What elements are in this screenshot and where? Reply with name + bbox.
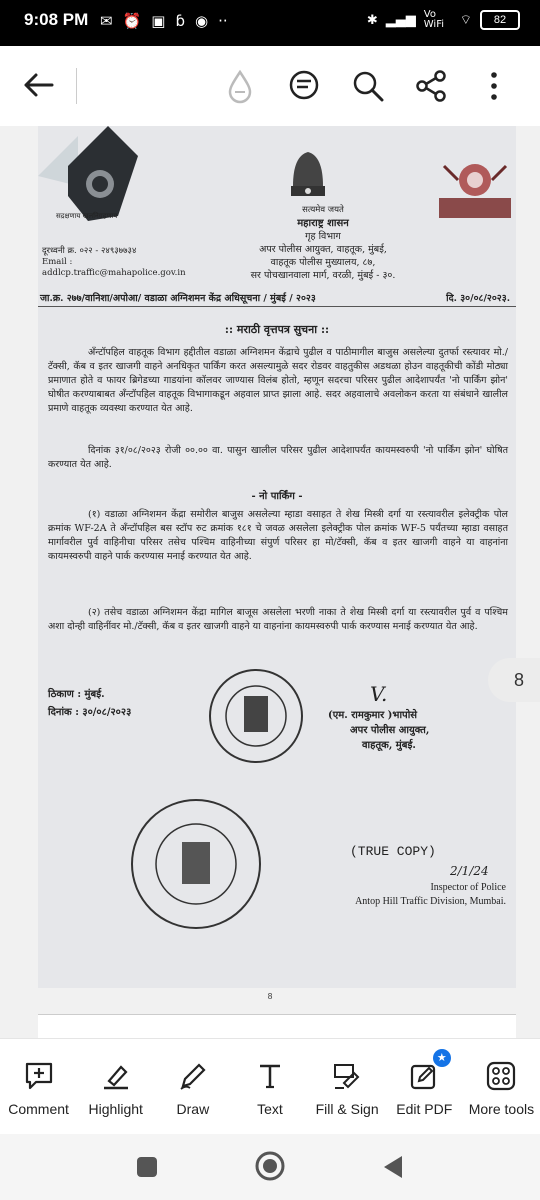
handwritten-date: 2/1/24 xyxy=(450,864,489,878)
page-number-label: 8 xyxy=(267,992,273,1001)
contact-email-label: Email : xyxy=(42,257,73,267)
contact-phone: दूरध्वनी क्र. ०२२ - २४९३७७३४ xyxy=(42,246,137,256)
header-line: वाहतूक पोलीस मुख्यालय, ८७, xyxy=(270,257,376,268)
battery-indicator: 82 xyxy=(480,10,520,30)
more-tools-icon xyxy=(487,1061,516,1091)
page-indicator-badge[interactable]: 8 xyxy=(488,658,540,702)
tool-label: Fill & Sign xyxy=(315,1101,379,1117)
signature: V. xyxy=(370,682,388,706)
header-line: गृह विभाग xyxy=(305,231,341,242)
tool-comment[interactable]: Comment xyxy=(0,1039,77,1134)
share-icon[interactable] xyxy=(413,68,449,104)
header-line: सर पोचखानवाला मार्ग, वरळी, मुंबई - ३०. xyxy=(250,270,396,281)
signatory-title: अपर पोलीस आयुक्त, xyxy=(350,725,430,736)
recents-icon[interactable] xyxy=(134,1154,160,1180)
tool-label: More tools xyxy=(468,1101,535,1117)
inspector-stamp xyxy=(131,799,261,929)
tool-label: Edit PDF xyxy=(396,1101,453,1117)
tool-label: Comment xyxy=(8,1101,69,1117)
comment-list-icon[interactable] xyxy=(286,68,322,104)
traffic-police-emblem-icon xyxy=(439,164,511,218)
wifi-icon: ⌔ xyxy=(459,13,472,28)
opera-icon: ◉ xyxy=(194,12,209,30)
notification-icon: ✉ xyxy=(100,12,113,30)
place-text: ठिकाण : मुंबई. xyxy=(48,689,105,700)
signatory-dept: वाहतूक, मुंबई. xyxy=(362,740,416,751)
top-toolbar xyxy=(0,46,540,126)
vi-icon: ▣ xyxy=(151,12,166,30)
tool-edit-pdf[interactable]: ★ Edit PDF xyxy=(386,1039,463,1134)
edit-pdf-icon xyxy=(411,1064,436,1090)
highlight-icon xyxy=(103,1065,128,1090)
next-pdf-page[interactable] xyxy=(38,1014,516,1038)
bottom-tool-bar: Comment Highlight Draw Text Fill & Sign xyxy=(0,1038,540,1134)
document-header: सत्यमेव जयते महाराष्ट्र शासन गृह विभाग अ… xyxy=(208,204,438,282)
overflow-menu-icon[interactable] xyxy=(476,68,512,104)
tool-text[interactable]: Text xyxy=(231,1039,308,1134)
home-icon[interactable] xyxy=(254,1150,286,1182)
no-parking-heading: - नो पार्किंग - xyxy=(251,491,303,502)
signal-icon: ▂▄▆ xyxy=(385,12,416,28)
alarm-icon: ⏰ xyxy=(122,12,142,30)
status-time: 9:08 PM xyxy=(24,10,89,29)
text-icon xyxy=(259,1064,280,1089)
bluetooth-icon: ✱ xyxy=(366,12,378,28)
back-icon[interactable] xyxy=(22,70,56,100)
notice-title: :: मराठी वृत्तपत्र सुचना :: xyxy=(224,323,330,336)
document-viewer[interactable]: सद्रक्षणाय खलनिग्रहणाय सत्यमेव जयते महार… xyxy=(0,126,540,1038)
status-right-icons: ✱ ▂▄▆ Vo WiFi ⌔ 82 xyxy=(367,10,520,30)
contact-email: addlcp.traffic@mahapolice.gov.in xyxy=(42,268,186,278)
header-rule xyxy=(38,306,516,307)
paragraph-intro: अँन्टॉपहिल वाहतूक विभाग हद्दीतील वडाळा अ… xyxy=(48,347,508,414)
tool-fill-sign[interactable]: Fill & Sign xyxy=(309,1039,386,1134)
header-line: अपर पोलीस आयुक्त, वाहतूक, मुंबई, xyxy=(259,244,387,255)
place-date-block: ठिकाण : मुंबई. दिनांक : ३०/०८/२०२३ xyxy=(48,686,131,722)
tool-label: Text xyxy=(257,1101,283,1117)
fill-sign-icon xyxy=(334,1064,360,1089)
network-label: Vo WiFi xyxy=(423,9,445,30)
pdf-page[interactable]: सद्रक्षणाय खलनिग्रहणाय सत्यमेव जयते महार… xyxy=(38,126,516,988)
signatory-name: (एम. रामकुमार )भापोसे xyxy=(328,710,418,721)
contact-info: दूरध्वनी क्र. ०२२ - २४९३७७३४ Email : add… xyxy=(42,246,202,279)
signatory-block: (एम. रामकुमार )भापोसे अपर पोलीस आयुक्त, … xyxy=(328,708,508,753)
reference-number: जा.क्र. २७७/वानिशा/अपोआ/ वडाळा अग्निशमन … xyxy=(40,293,316,304)
tool-highlight[interactable]: Highlight xyxy=(77,1039,154,1134)
date-text: दिनांक : ३०/०८/२०२३ xyxy=(48,707,132,718)
new-feature-star-icon: ★ xyxy=(432,1049,451,1067)
comment-icon xyxy=(25,1062,52,1090)
back-nav-icon[interactable] xyxy=(380,1154,406,1180)
bb-icon: ɓ xyxy=(175,12,185,30)
system-nav-bar xyxy=(0,1134,540,1200)
header-line: महाराष्ट्र शासन xyxy=(297,218,349,229)
toolbar-divider xyxy=(76,68,77,104)
paragraph-2: (२) तसेच वडाळा अग्निशमन केंद्रा मागिल बा… xyxy=(48,607,508,632)
tool-label: Highlight xyxy=(88,1101,143,1117)
ashoka-emblem-icon xyxy=(291,152,325,196)
search-icon[interactable] xyxy=(350,68,386,104)
official-seal-stamp xyxy=(209,669,303,763)
logo-caption: सद्रक्षणाय खलनिग्रहणाय xyxy=(56,212,118,220)
pencil-icon xyxy=(180,1063,206,1090)
tool-more-tools[interactable]: More tools xyxy=(463,1039,540,1134)
status-left-icons: ✉ ⏰ ▣ ɓ ◉ ·· xyxy=(100,12,228,30)
police-logo-left xyxy=(38,126,138,221)
tool-draw[interactable]: Draw xyxy=(154,1039,231,1134)
inspector-block: Inspector of Police Antop Hill Traffic D… xyxy=(306,881,506,909)
tool-label: Draw xyxy=(176,1101,210,1117)
more-dots-icon: ·· xyxy=(218,12,228,30)
true-copy-stamp: (TRUE COPY) xyxy=(350,844,436,859)
reading-mode-icon[interactable] xyxy=(222,68,258,104)
reference-line: जा.क्र. २७७/वानिशा/अपोआ/ वडाळा अग्निशमन … xyxy=(40,291,510,304)
paragraph-date: दिनांक ३१/०८/२०२३ रोजी ००.०० वा. पासुन ख… xyxy=(48,445,508,470)
inspector-title: Inspector of Police xyxy=(430,882,506,893)
paragraph-1: (१) वडाळा अग्निशमन केंद्रा समोरील बाजुस … xyxy=(48,509,508,562)
reference-date: दि. ३०/०८/२०२३. xyxy=(446,293,510,304)
header-line: सत्यमेव जयते xyxy=(302,205,344,215)
inspector-division: Antop Hill Traffic Division, Mumbai. xyxy=(355,896,506,907)
status-bar: 9:08 PM ✉ ⏰ ▣ ɓ ◉ ·· ✱ ▂▄▆ Vo WiFi ⌔ 82 xyxy=(0,0,540,46)
